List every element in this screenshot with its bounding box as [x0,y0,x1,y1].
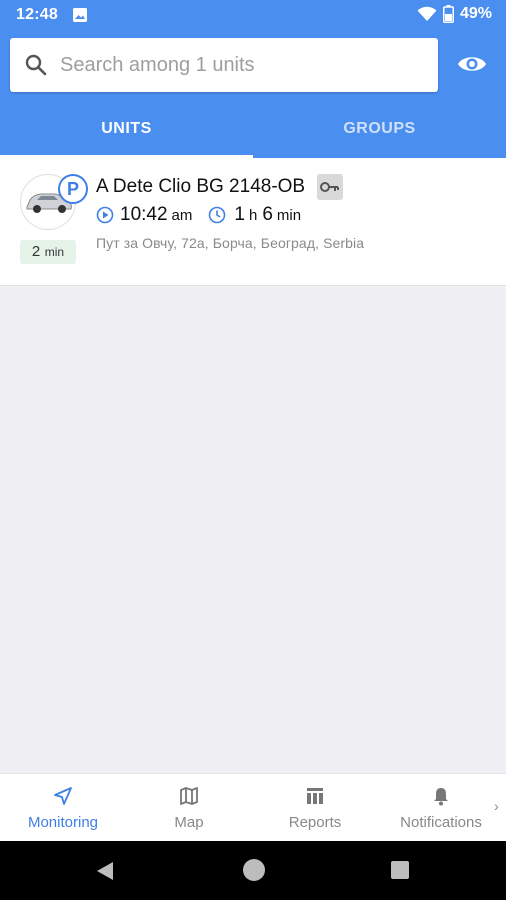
nav-monitoring-label: Monitoring [27,814,99,831]
battery-percent: 49% [459,5,492,22]
nav-notifications[interactable]: Notifications [378,774,504,842]
bell-icon [434,788,448,806]
last-message-age-badge: 2 min [20,240,76,264]
navigation-arrow-icon [54,787,72,805]
recent-apps-icon[interactable] [391,861,409,879]
image-icon [73,8,87,22]
age-value: 2 [31,243,41,260]
nav-reports-label: Reports [288,814,342,831]
reports-icon [307,788,323,804]
home-icon[interactable] [243,859,265,881]
last-time-suffix: am [171,206,193,224]
back-icon[interactable] [96,861,114,881]
key-icon[interactable] [317,174,343,200]
search-box[interactable] [10,38,438,92]
search-input[interactable] [60,51,430,79]
last-time-value: 10:42 [120,204,168,225]
eye-icon[interactable] [457,52,487,76]
unit-list-item[interactable]: P 2 min A Dete Clio BG 2148-OB 10:42 am … [0,158,506,286]
tab-groups-label: GROUPS [343,120,416,137]
duration-minutes-unit: min [276,206,302,224]
wifi-icon [417,6,437,21]
parking-status-badge: P [58,174,88,204]
clock-icon [209,206,226,224]
duration-hours: 1 [234,204,245,225]
play-icon [96,206,114,224]
nav-map-label: Map [174,814,204,831]
battery-icon [442,5,454,23]
nav-map[interactable]: Map [126,774,252,842]
status-time: 12:48 [16,6,58,23]
duration-minutes: 6 [262,204,273,225]
tab-groups[interactable]: GROUPS [253,108,506,158]
age-unit: min [44,245,65,259]
tab-units-label: UNITS [101,120,152,137]
unit-name: A Dete Clio BG 2148-OB [96,176,306,197]
unit-address: Пут за Овчу, 72а, Борча, Београд, Serbia [96,235,365,251]
unit-meta-row: 10:42 am 1 h 6 min [96,204,306,226]
app-bar: UNITS GROUPS [0,30,506,158]
tab-units[interactable]: UNITS [0,108,253,158]
chevron-right-icon[interactable]: › [494,798,499,814]
system-navigation-bar [0,841,506,900]
nav-reports[interactable]: Reports [252,774,378,842]
status-icons: 49% [417,5,492,23]
nav-monitoring[interactable]: Monitoring [0,774,126,842]
bottom-navigation: Monitoring Map Reports Notifications › [0,773,506,841]
map-icon [180,787,198,805]
nav-notifications-label: Notifications [400,814,482,831]
search-icon [25,54,47,76]
duration-hours-unit: h [248,206,258,224]
tab-bar: UNITS GROUPS [0,108,506,158]
status-bar: 12:48 49% [0,0,506,30]
